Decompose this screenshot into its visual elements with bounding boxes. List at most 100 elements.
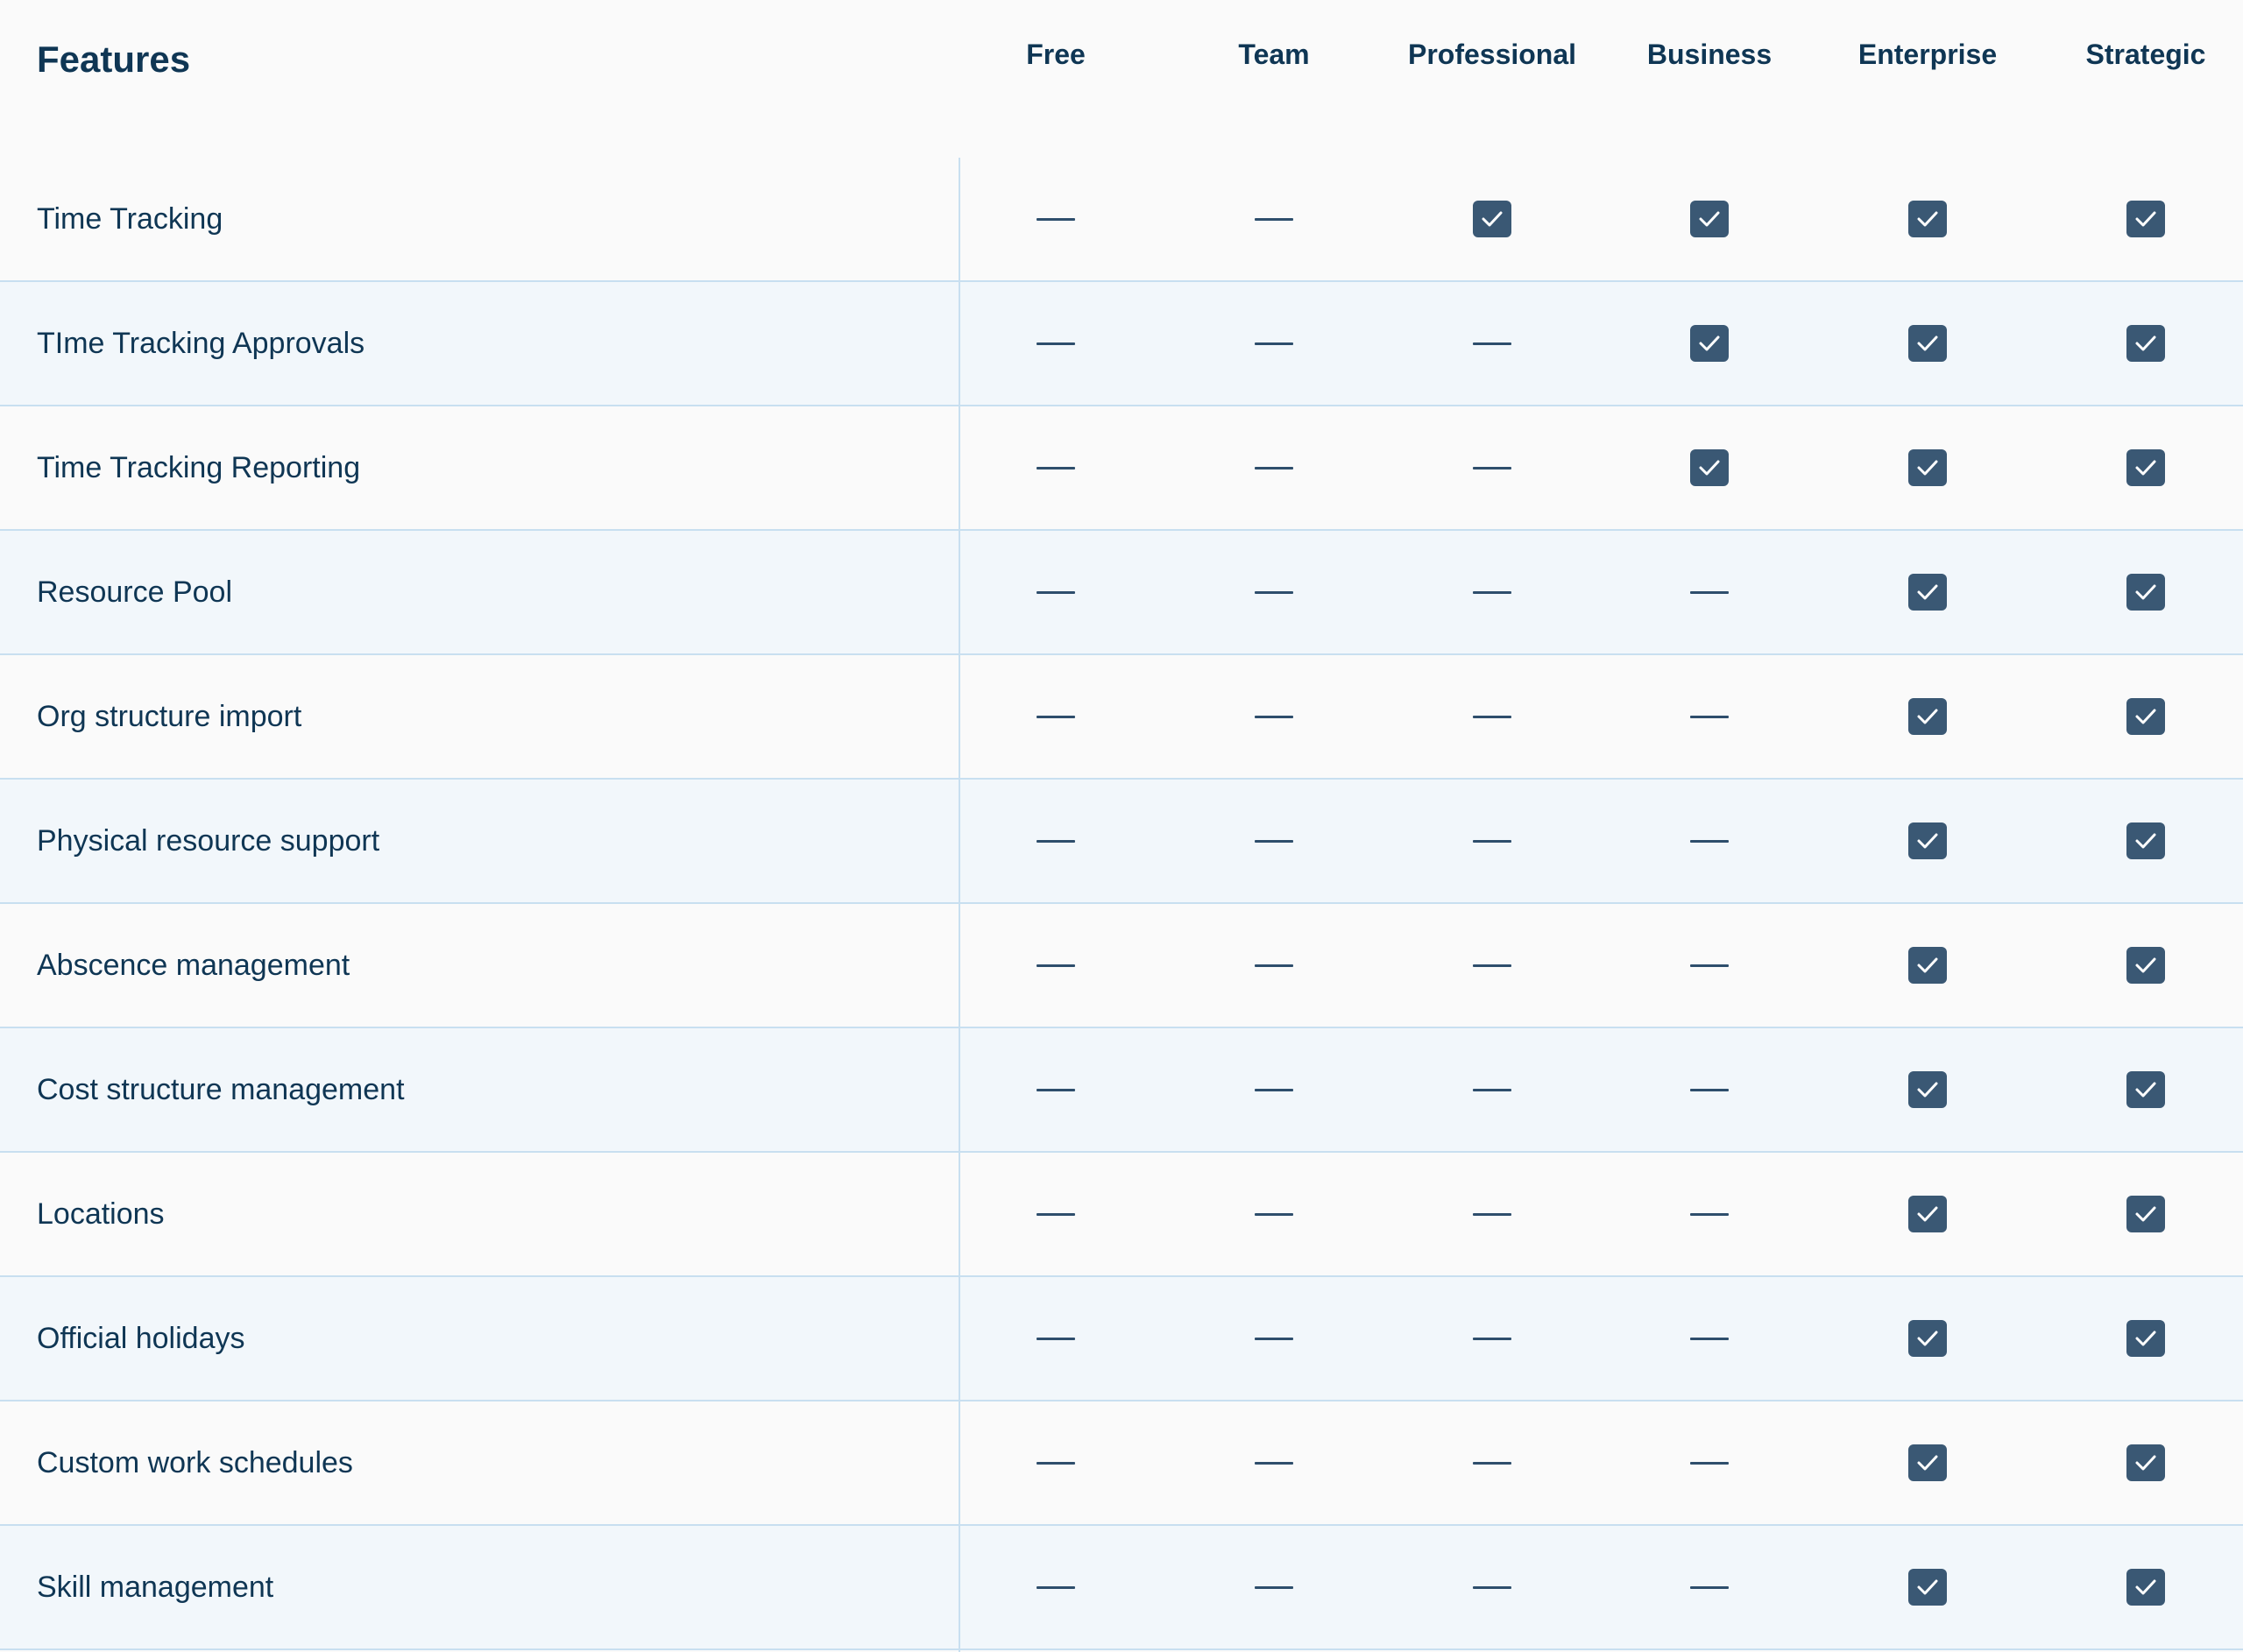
check-icon	[2126, 822, 2165, 859]
dash-icon	[1690, 1212, 1729, 1216]
cell-strategic	[2037, 655, 2243, 778]
cell-business	[1601, 1277, 1818, 1400]
check-icon	[1908, 1320, 1947, 1357]
dash-icon	[1037, 217, 1075, 221]
table-row: Physical resource support	[0, 780, 2243, 904]
cell-team	[1165, 1153, 1383, 1275]
cell-professional	[1383, 1277, 1601, 1400]
dash-icon	[1037, 466, 1075, 469]
cell-strategic	[2037, 158, 2243, 280]
feature-label: Custom work schedules	[37, 1446, 353, 1479]
cell-enterprise	[1819, 406, 2036, 529]
cell-professional	[1383, 531, 1601, 653]
feature-label: Locations	[37, 1197, 165, 1231]
table-row: Skill management	[0, 1526, 2243, 1650]
check-icon	[2126, 1569, 2165, 1606]
dash-icon	[1255, 1212, 1293, 1216]
feature-label: Resource Pool	[37, 575, 233, 609]
cell-free	[947, 1277, 1164, 1400]
cell-strategic	[2037, 282, 2243, 405]
check-icon	[1908, 1196, 1947, 1232]
check-icon	[1473, 201, 1511, 237]
cell-free	[947, 655, 1164, 778]
cell-enterprise	[1819, 904, 2036, 1027]
cell-business	[1601, 406, 1818, 529]
check-icon	[1908, 822, 1947, 859]
check-icon	[1690, 325, 1729, 362]
dash-icon	[1690, 1461, 1729, 1465]
feature-label: Official holidays	[37, 1322, 245, 1355]
dash-icon	[1473, 964, 1511, 967]
dash-icon	[1690, 590, 1729, 594]
dash-icon	[1255, 839, 1293, 843]
table-row: Time Tracking Reporting	[0, 406, 2243, 531]
cell-business	[1601, 531, 1818, 653]
cell-free	[947, 1153, 1164, 1275]
dash-icon	[1255, 964, 1293, 967]
feature-comparison-table: Features Free Team Professional Business…	[0, 0, 2243, 1652]
cell-business	[1601, 655, 1818, 778]
feature-label: Physical resource support	[37, 824, 380, 858]
cell-free	[947, 780, 1164, 902]
plan-header-strategic: Strategic	[2085, 39, 2206, 70]
cell-business	[1601, 904, 1818, 1027]
cell-team	[1165, 1028, 1383, 1151]
cell-team	[1165, 531, 1383, 653]
table-row: Time Tracking	[0, 158, 2243, 282]
cell-strategic	[2037, 1526, 2243, 1648]
dash-icon	[1037, 590, 1075, 594]
check-icon	[1908, 201, 1947, 237]
check-icon	[1908, 449, 1947, 486]
cell-free	[947, 282, 1164, 405]
feature-label: Time Tracking	[37, 202, 223, 236]
table-row: TIme Tracking Approvals	[0, 282, 2243, 406]
check-icon	[2126, 1320, 2165, 1357]
cell-strategic	[2037, 531, 2243, 653]
cell-enterprise	[1819, 1526, 2036, 1648]
cell-business	[1601, 282, 1818, 405]
cell-free	[947, 904, 1164, 1027]
dash-icon	[1690, 1088, 1729, 1091]
dash-icon	[1037, 1088, 1075, 1091]
check-icon	[1908, 325, 1947, 362]
check-icon	[2126, 1071, 2165, 1108]
dash-icon	[1473, 1585, 1511, 1589]
cell-free	[947, 406, 1164, 529]
cell-business	[1601, 1401, 1818, 1524]
plan-header-enterprise: Enterprise	[1857, 39, 1998, 70]
check-icon	[2126, 449, 2165, 486]
dash-icon	[1255, 217, 1293, 221]
dash-icon	[1473, 715, 1511, 718]
cell-business	[1601, 1028, 1818, 1151]
cell-strategic	[2037, 904, 2243, 1027]
dash-icon	[1473, 1088, 1511, 1091]
check-icon	[2126, 201, 2165, 237]
cell-free	[947, 1028, 1164, 1151]
table-row: Cost structure management	[0, 1028, 2243, 1153]
cell-enterprise	[1819, 1028, 2036, 1151]
dash-icon	[1473, 342, 1511, 345]
plan-header-professional: Professional	[1407, 39, 1577, 70]
table-row: Org structure import	[0, 655, 2243, 780]
dash-icon	[1473, 590, 1511, 594]
plan-header-business: Business	[1646, 39, 1772, 70]
cell-professional	[1383, 655, 1601, 778]
cell-professional	[1383, 1153, 1601, 1275]
feature-label: Cost structure management	[37, 1073, 405, 1106]
dash-icon	[1473, 466, 1511, 469]
dash-icon	[1690, 715, 1729, 718]
dash-icon	[1037, 1461, 1075, 1465]
cell-free	[947, 1401, 1164, 1524]
check-icon	[2126, 1196, 2165, 1232]
cell-strategic	[2037, 406, 2243, 529]
cell-enterprise	[1819, 531, 2036, 653]
dash-icon	[1037, 1337, 1075, 1340]
cell-team	[1165, 158, 1383, 280]
dash-icon	[1255, 466, 1293, 469]
cell-business	[1601, 780, 1818, 902]
plan-header-team: Team	[1238, 39, 1310, 70]
cell-business	[1601, 1153, 1818, 1275]
cell-team	[1165, 655, 1383, 778]
feature-label: Org structure import	[37, 700, 302, 733]
table-row: Custom work schedules	[0, 1401, 2243, 1526]
